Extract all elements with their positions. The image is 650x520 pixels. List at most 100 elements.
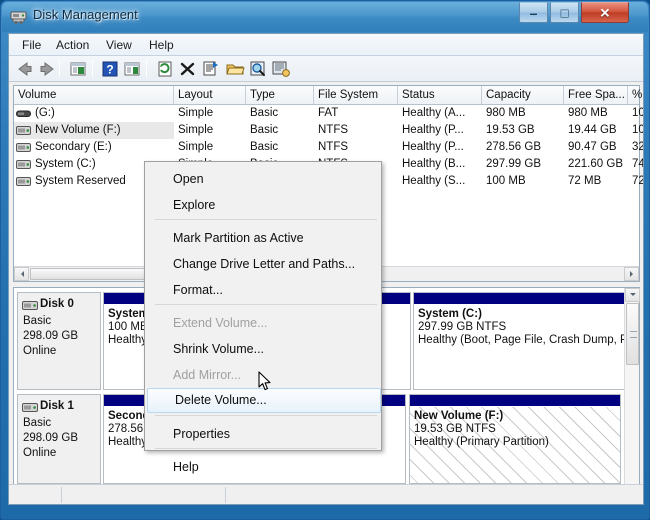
scroll-left-button[interactable] [14, 267, 29, 281]
refresh-icon[interactable] [154, 59, 176, 79]
forward-icon[interactable] [36, 59, 58, 79]
volume-file-system: NTFS [318, 124, 349, 136]
volume-row[interactable]: New Volume (F:) Simple Basic NTFS Healthy (P… [14, 122, 643, 139]
maximize-icon: □ [560, 5, 569, 20]
volume-name: (G:) [14, 105, 174, 122]
maximize-button[interactable]: □ [550, 2, 579, 23]
menu-separator [155, 448, 377, 449]
volume-percent-free: 72 % [632, 175, 644, 187]
show-hide-action-pane-icon[interactable] [121, 59, 143, 79]
column-header-type[interactable]: Type [246, 86, 314, 104]
svg-text:?: ? [106, 63, 113, 77]
menu-item-help[interactable]: Help [146, 454, 382, 480]
volume-status: Healthy (P... [402, 124, 464, 136]
all-tasks-icon[interactable] [270, 59, 292, 79]
column-header-percent-free[interactable]: % Fre [628, 86, 643, 104]
volume-percent-free: 100 % [632, 107, 643, 119]
volume-free-space: 72 MB [568, 175, 602, 187]
menu-item-mark-partition-as-active[interactable]: Mark Partition as Active [146, 225, 382, 251]
menu-item-extend-volume: Extend Volume... [173, 316, 268, 330]
properties-icon[interactable] [200, 59, 222, 79]
column-header-layout[interactable]: Layout [174, 86, 246, 104]
partition-labels: System (C:) 297.99 GB NTFS Healthy (Boot, … [414, 305, 624, 389]
volume-status: Healthy (S... [402, 175, 466, 187]
volume-capacity: 100 MB [486, 175, 526, 187]
show-hide-console-tree-icon[interactable] [67, 59, 89, 79]
disk-scrollbar-thumb[interactable] [626, 303, 639, 365]
hard-drive-icon [16, 143, 31, 152]
volume-type: Basic [250, 141, 279, 153]
menu-help[interactable]: Help [142, 37, 181, 54]
disk-type: Basic [23, 417, 52, 429]
menu-action[interactable]: Action [49, 37, 96, 54]
menu-separator [155, 415, 377, 416]
partition-labels: New Volume (F:) 19.53 GB NTFS Healthy (Pri… [410, 407, 620, 483]
volume-layout: Simple [178, 107, 214, 119]
volume-capacity: 278.56 GB [486, 141, 541, 153]
help-icon[interactable]: ? [99, 59, 121, 79]
status-separator-2 [225, 487, 226, 503]
partition-block[interactable]: System (C:) 297.99 GB NTFS Healthy (Boot, … [413, 292, 625, 390]
volume-free-space: 19.44 GB [568, 124, 617, 136]
volume-percent-free: 100 % [632, 124, 643, 136]
disk-status: Online [23, 345, 57, 357]
removable-drive-icon [16, 110, 31, 117]
volume-free-space: 221.60 GB [568, 158, 623, 170]
toolbar-separator [59, 60, 60, 77]
scroll-down-button[interactable] [625, 288, 640, 302]
menu-separator [155, 219, 377, 220]
scroll-right-button[interactable] [624, 267, 639, 281]
disk-size: 298.09 GB [23, 432, 78, 444]
menu-item-open[interactable]: Open [146, 166, 382, 192]
menu-item-format[interactable]: Format... [146, 277, 382, 303]
volume-row[interactable]: Secondary (E:) Simple Basic NTFS Healthy (P.… [14, 139, 643, 156]
hard-drive-icon [16, 126, 31, 135]
volume-file-system: NTFS [318, 141, 349, 153]
back-icon[interactable] [14, 59, 36, 79]
column-header-volume[interactable]: Volume [14, 86, 174, 104]
volume-capacity: 297.99 GB [486, 158, 541, 170]
volume-type: Basic [250, 124, 279, 136]
partition-block[interactable]: New Volume (F:) 19.53 GB NTFS Healthy (Pri… [409, 394, 621, 484]
disk-info-disk-0[interactable]: Disk 0 Basic 298.09 GB Online [17, 292, 101, 390]
menu-item-change-drive-letter-and-paths[interactable]: Change Drive Letter and Paths... [146, 251, 382, 277]
column-header-status[interactable]: Status [398, 86, 482, 104]
volume-status: Healthy (B... [402, 158, 466, 170]
volume-context-menu: Open Explore Mark Partition as Active Chang… [144, 161, 382, 474]
menu-file[interactable]: File [15, 37, 48, 54]
volume-list-header: Volume Layout Type File System Status Ca… [14, 86, 643, 105]
disk-status: Online [23, 447, 57, 459]
menu-item-properties[interactable]: Properties [146, 421, 382, 447]
column-header-capacity[interactable]: Capacity [482, 86, 564, 104]
partition-color-bar [414, 293, 624, 304]
menu-item-explore[interactable]: Explore [146, 192, 382, 218]
delete-icon[interactable] [177, 59, 199, 79]
volume-type: Basic [250, 107, 279, 119]
menu-bar: File Action View Help [9, 34, 643, 56]
minimize-button[interactable]: – [519, 2, 548, 23]
disk-info-disk-1[interactable]: Disk 1 Basic 298.09 GB Online [17, 394, 101, 484]
open-folder-icon[interactable] [224, 59, 246, 79]
volume-percent-free: 32 % [632, 141, 644, 153]
close-button[interactable]: ✕ [581, 2, 629, 23]
volume-capacity: 980 MB [486, 107, 526, 119]
window-title: Disk Management [33, 7, 138, 22]
disk-panel-vertical-scrollbar[interactable] [624, 288, 640, 491]
menu-item-shrink-volume[interactable]: Shrink Volume... [146, 336, 382, 362]
partition-status: Healthy (Boot, Page File, Crash Dump, Pr… [418, 334, 624, 346]
volume-status: Healthy (A... [402, 107, 466, 119]
volume-layout: Simple [178, 124, 214, 136]
mouse-cursor [258, 371, 271, 391]
rescan-disks-icon[interactable] [247, 59, 269, 79]
volume-row[interactable]: (G:) Simple Basic FAT Healthy (A... 980 MB 980… [14, 105, 643, 122]
menu-separator [155, 304, 377, 305]
volume-name: New Volume (F:) [14, 122, 174, 139]
toolbar: ? [9, 56, 643, 82]
volume-layout: Simple [178, 141, 214, 153]
column-header-file-system[interactable]: File System [314, 86, 398, 104]
status-separator-1 [61, 487, 62, 503]
column-header-free-space[interactable]: Free Spa... [564, 86, 628, 104]
volume-free-space: 90.47 GB [568, 141, 617, 153]
volume-percent-free: 74 % [632, 158, 644, 170]
menu-view[interactable]: View [99, 37, 139, 54]
